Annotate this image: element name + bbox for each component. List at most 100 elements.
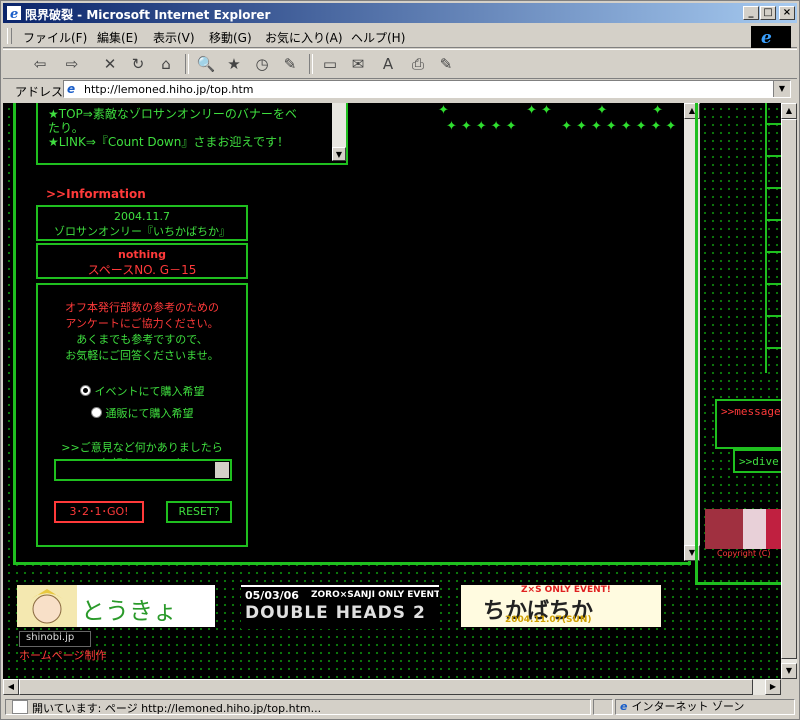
space-box: nothing スペースNO. G－15 bbox=[36, 243, 248, 279]
ichikabachika-banner[interactable]: Z×S ONLY EVENT! ちかばちか 2004.11.07(SUN) bbox=[461, 585, 661, 627]
doubleheads-banner[interactable]: 05/03/06 ZORO×SANJI ONLY EVENT DOUBLE HE… bbox=[241, 585, 439, 629]
menu-grip bbox=[7, 28, 12, 44]
tokyo-banner-text: とうきょ bbox=[81, 597, 177, 625]
news-box: ★TOP⇒素敵なゾロサンオンリーのバナーをベ たり。 ★LINK⇒『Count … bbox=[36, 103, 348, 165]
star-decoration: ✦✦✦✦✦ ✦✦✦✦✦✦✦✦ bbox=[446, 119, 681, 134]
survey-note: お気軽にご回答くださいませ。 bbox=[65, 349, 219, 362]
zone-text: インターネット ゾーン bbox=[631, 700, 745, 713]
radio-button-selected[interactable] bbox=[79, 385, 91, 396]
channels-icon[interactable]: ✎ bbox=[279, 54, 301, 74]
toolbar-separator bbox=[309, 54, 313, 74]
homepage-link[interactable]: ホームページ制作 bbox=[19, 647, 106, 663]
forward-icon[interactable]: ⇨ bbox=[61, 54, 83, 74]
right-nav-column bbox=[765, 103, 781, 373]
scroll-down-icon[interactable]: ▼ bbox=[781, 663, 797, 679]
edit-icon[interactable]: ✎ bbox=[435, 54, 457, 74]
menu-edit[interactable]: 編集(E) bbox=[97, 29, 138, 46]
message-box: >>message bbox=[715, 399, 781, 449]
scroll-corner bbox=[781, 679, 797, 695]
status-pane-empty bbox=[593, 699, 613, 715]
radio-option-event[interactable]: イベントにて購入希望 bbox=[38, 383, 246, 399]
dive-box: >>dive bbox=[733, 449, 781, 473]
radio-label: イベントにて購入希望 bbox=[94, 385, 205, 398]
news-scrollbar[interactable]: ▼ bbox=[332, 103, 346, 161]
menu-file[interactable]: ファイル(F) bbox=[23, 29, 87, 46]
browser-window: e 限界破裂 - Microsoft Internet Explorer _ □… bbox=[0, 0, 800, 720]
dive-link[interactable]: >>dive bbox=[739, 455, 779, 468]
star-decoration: ✦ ✦✦ ✦ ✦ bbox=[438, 103, 667, 118]
main-frame: ★TOP⇒素敵なゾロサンオンリーのバナーをベ たり。 ★LINK⇒『Count … bbox=[13, 103, 700, 565]
menu-go[interactable]: 移動(G) bbox=[209, 29, 252, 46]
scroll-thumb[interactable] bbox=[19, 679, 753, 695]
window-horizontal-scrollbar[interactable]: ◀ ▶ bbox=[3, 679, 781, 695]
favorites-icon[interactable]: ★ bbox=[223, 54, 245, 74]
character-face-icon bbox=[17, 585, 77, 627]
message-link[interactable]: >>message bbox=[721, 405, 781, 418]
mail-icon[interactable]: ✉ bbox=[347, 54, 369, 74]
comment-label: >>ご意見など何かありましたら bbox=[61, 441, 223, 454]
zone-pane: e インターネット ゾーン bbox=[615, 699, 795, 715]
status-text: 開いています: ページ http://lemoned.hiho.jp/top.h… bbox=[32, 702, 322, 715]
page-loading-icon bbox=[12, 700, 28, 714]
scroll-thumb[interactable] bbox=[781, 119, 797, 659]
circle-name: nothing bbox=[118, 248, 166, 261]
textarea-scrollbar[interactable] bbox=[215, 462, 229, 478]
address-bar: アドレス e http://lemoned.hiho.jp/top.htm ▼ bbox=[3, 79, 797, 101]
title-bar: e 限界破裂 - Microsoft Internet Explorer _ □… bbox=[3, 3, 797, 23]
page-icon: e bbox=[67, 82, 76, 96]
window-title: 限界破裂 - Microsoft Internet Explorer bbox=[25, 8, 271, 22]
doubleheads-title: DOUBLE HEADS 2 bbox=[245, 603, 426, 623]
history-icon[interactable]: ◷ bbox=[251, 54, 273, 74]
scroll-left-icon[interactable]: ◀ bbox=[3, 679, 19, 695]
internet-zone-icon: e bbox=[620, 700, 628, 713]
radio-button[interactable] bbox=[90, 407, 102, 418]
address-dropdown-icon[interactable]: ▼ bbox=[773, 81, 790, 97]
toolbar: ⇦ ⇨ ✕ ↻ ⌂ 🔍 ★ ◷ ✎ ▭ ✉ A ⎙ ✎ bbox=[3, 49, 797, 79]
news-line: ★TOP⇒素敵なゾロサンオンリーのバナーをベ bbox=[48, 107, 297, 121]
small-banner-image[interactable] bbox=[705, 509, 781, 549]
radio-label: 通販にて購入希望 bbox=[105, 407, 194, 420]
doubleheads-date: 05/03/06 bbox=[245, 589, 299, 602]
menu-bar: ファイル(F) 編集(E) 表示(V) 移動(G) お気に入り(A) ヘルプ(H… bbox=[3, 25, 797, 48]
scroll-right-icon[interactable]: ▶ bbox=[765, 679, 781, 695]
survey-note: あくまでも参考ですので、 bbox=[76, 333, 208, 346]
refresh-icon[interactable]: ↻ bbox=[127, 54, 149, 74]
svg-text:e: e bbox=[10, 7, 18, 20]
back-icon[interactable]: ⇦ bbox=[29, 54, 51, 74]
news-line: ★LINK⇒『Count Down』さまお迎えです！ bbox=[48, 135, 289, 149]
ie-brand-logo: e bbox=[751, 26, 791, 48]
search-icon[interactable]: 🔍 bbox=[195, 54, 217, 74]
submit-button[interactable]: 3･2･1･GO! bbox=[54, 501, 144, 523]
toolbar-separator bbox=[185, 54, 189, 74]
comment-textarea[interactable] bbox=[54, 459, 232, 481]
close-button[interactable]: × bbox=[779, 6, 795, 20]
fullscreen-icon[interactable]: ▭ bbox=[319, 54, 341, 74]
shinobi-link[interactable]: shinobi.jp bbox=[19, 631, 91, 647]
minimize-button[interactable]: _ bbox=[743, 6, 759, 20]
home-icon[interactable]: ⌂ bbox=[155, 54, 177, 74]
page-viewport: ★TOP⇒素敵なゾロサンオンリーのバナーをベ たり。 ★LINK⇒『Count … bbox=[3, 103, 781, 679]
tokyo-banner[interactable]: とうきょ bbox=[17, 585, 215, 627]
menu-favorites[interactable]: お気に入り(A) bbox=[265, 29, 343, 46]
scroll-down-icon[interactable]: ▼ bbox=[332, 147, 346, 161]
scroll-up-icon[interactable]: ▲ bbox=[781, 103, 797, 119]
status-bar: 開いています: ページ http://lemoned.hiho.jp/top.h… bbox=[3, 697, 797, 717]
address-url[interactable]: http://lemoned.hiho.jp/top.htm bbox=[84, 83, 254, 96]
event-date-box: 2004.11.7 ゾロサンオンリー『いちかばちか』 bbox=[36, 205, 248, 241]
font-icon[interactable]: A bbox=[377, 54, 399, 74]
maximize-button[interactable]: □ bbox=[760, 6, 776, 20]
status-text-pane: 開いています: ページ http://lemoned.hiho.jp/top.h… bbox=[5, 699, 591, 715]
stop-icon[interactable]: ✕ bbox=[99, 54, 121, 74]
information-heading: >>Information bbox=[46, 187, 146, 201]
menu-help[interactable]: ヘルプ(H) bbox=[351, 29, 405, 46]
radio-option-mailorder[interactable]: 通販にて購入希望 bbox=[38, 405, 246, 421]
copyright-text: Copyright (C) bbox=[717, 549, 771, 558]
print-icon[interactable]: ⎙ bbox=[407, 54, 429, 74]
window-vertical-scrollbar[interactable]: ▲ ▼ bbox=[781, 103, 797, 679]
menu-view[interactable]: 表示(V) bbox=[153, 29, 195, 46]
survey-intro: オフ本発行部数の参考のための bbox=[65, 301, 219, 314]
doubleheads-event: ZORO×SANJI ONLY EVENT bbox=[311, 590, 439, 600]
address-input[interactable]: e http://lemoned.hiho.jp/top.htm ▼ bbox=[63, 80, 791, 98]
shinobi-text: shinobi.jp bbox=[26, 632, 75, 643]
reset-button[interactable]: RESET? bbox=[166, 501, 232, 523]
